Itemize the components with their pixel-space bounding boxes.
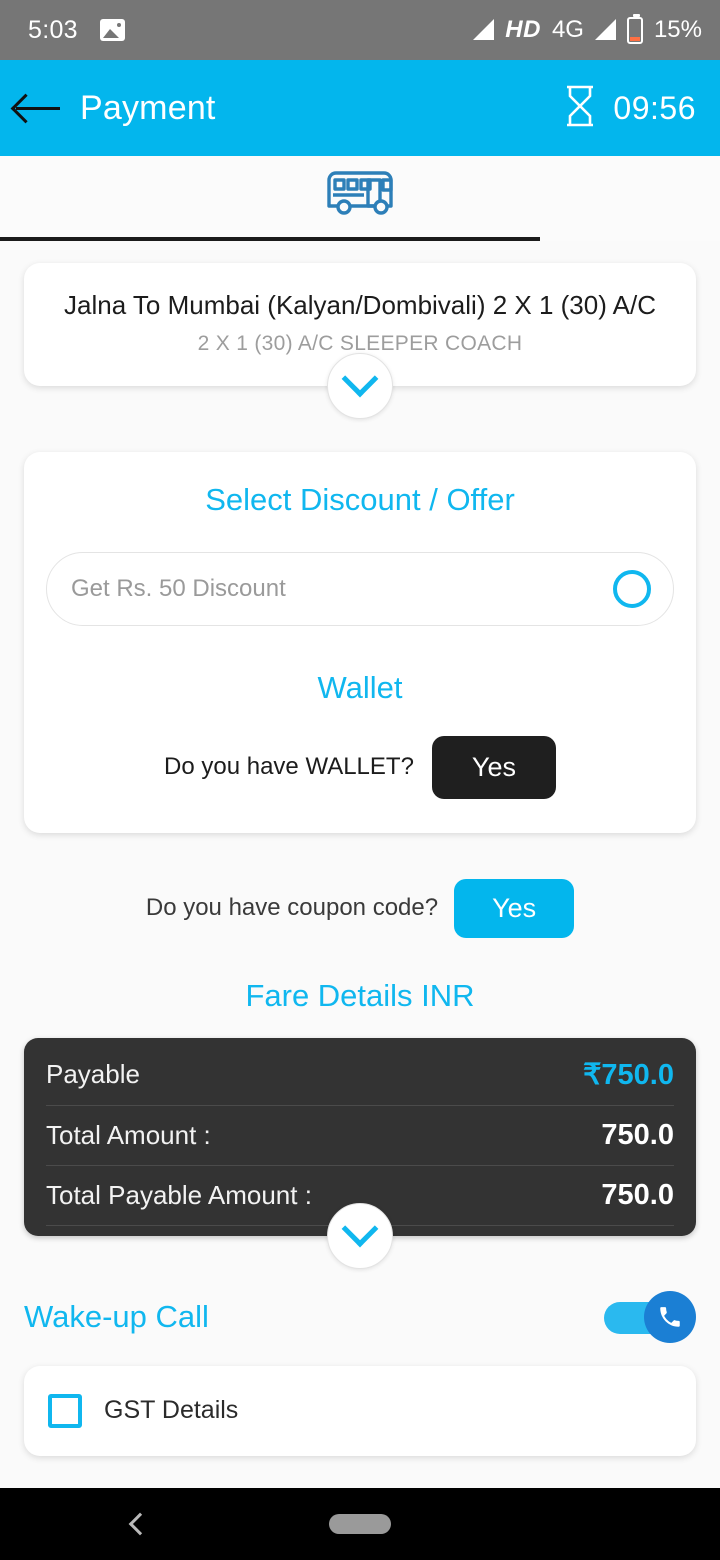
fare-expand-button[interactable] [327,1202,393,1269]
nav-back-icon[interactable] [128,1512,152,1536]
currency-symbol: ₹ [582,1058,602,1091]
fare-row-payable: Payable ₹750.0 [46,1044,674,1106]
battery-icon [626,13,643,44]
checkbox-unchecked-icon[interactable] [48,1393,82,1428]
offer-section-title: Select Discount / Offer [205,481,515,517]
status-bar: 5:03 HD 4G 15% [0,0,720,60]
trip-expand-button[interactable] [327,352,393,419]
wallet-question-label: Do you have WALLET? [164,753,414,780]
system-nav-bar [0,1488,720,1560]
wakeup-call-row: Wake-up Call [24,1290,696,1343]
chevron-down-icon [341,360,379,397]
discount-option-label: Get Rs. 50 Discount [71,574,286,602]
fare-row-label: Total Amount : [46,1119,211,1150]
status-bar-right: HD 4G 15% [473,13,702,44]
wallet-yes-button[interactable]: Yes [431,735,556,799]
trip-summary-card: Jalna To Mumbai (Kalyan/Dombivali) 2 X 1… [24,263,696,419]
toggle-knob [644,1290,696,1343]
fare-row-label: Total Payable Amount : [46,1179,312,1210]
app-bar-left: Payment [14,89,216,128]
fare-row-total-amount: Total Amount : 750.0 [46,1106,674,1166]
fare-row-value: 750.0 [601,1178,674,1211]
fare-row-value: 750.0 [601,1118,674,1151]
fare-details-panel: Payable ₹750.0 Total Amount : 750.0 Tota… [24,1037,696,1269]
session-timer: 09:56 [613,89,696,126]
home-pill-icon[interactable] [329,1514,391,1534]
gst-details-card[interactable]: GST Details [24,1365,696,1456]
fare-section-title: Fare Details INR [245,977,475,1013]
fare-row-label: Payable [46,1058,140,1089]
signal-bars-icon-2 [594,19,616,40]
discount-offer-card: Select Discount / Offer Get Rs. 50 Disco… [24,451,696,833]
app-bar: Payment 09:56 [0,60,720,156]
tab-bus[interactable] [324,166,396,223]
wallet-section-title: Wallet [317,669,403,705]
discount-option-row[interactable]: Get Rs. 50 Discount [46,551,674,626]
tab-strip [0,156,720,241]
bus-icon [324,171,396,222]
coupon-question-label: Do you have coupon code? [145,894,439,921]
trip-route-title: Jalna To Mumbai (Kalyan/Dombivali) 2 X 1… [64,290,656,320]
wakeup-call-toggle[interactable] [604,1290,696,1343]
page-title: Payment [80,88,216,127]
wakeup-call-title: Wake-up Call [24,1298,209,1334]
battery-percent: 15% [653,16,702,43]
phone-icon [660,1306,680,1327]
status-time: 5:03 [28,15,78,44]
hourglass-icon [563,84,597,133]
back-arrow-icon[interactable] [14,91,62,125]
image-icon [99,19,125,41]
fare-row-amount: 750.0 [601,1058,674,1091]
fare-row-value: ₹750.0 [583,1057,674,1092]
network-label: 4G [551,16,584,43]
app-bar-right: 09:56 [563,84,696,133]
gst-details-label: GST Details [104,1396,239,1424]
hd-label: HD [505,16,541,43]
status-bar-left: 5:03 [28,16,125,45]
coupon-question-row: Do you have coupon code? Yes [0,878,720,938]
phone-screen: 5:03 HD 4G 15% Payment 09:56 Jalna To Mu… [0,0,720,1560]
radio-unchecked-icon[interactable] [613,569,651,608]
tab-indicator [0,237,540,241]
coupon-yes-button[interactable]: Yes [454,878,575,938]
chevron-down-icon [341,1210,379,1247]
wallet-question-row: Do you have WALLET? Yes [46,735,674,799]
signal-bars-icon [473,19,495,40]
